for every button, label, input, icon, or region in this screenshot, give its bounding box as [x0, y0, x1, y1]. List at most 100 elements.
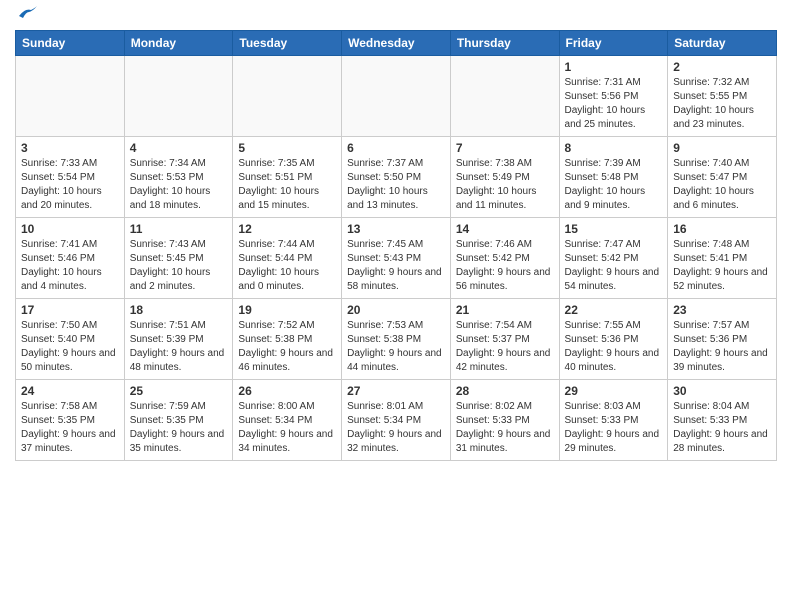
header	[15, 10, 777, 24]
calendar-cell: 14 Sunrise: 7:46 AM Sunset: 5:42 PM Dayli…	[450, 218, 559, 299]
day-info: Sunrise: 7:43 AM Sunset: 5:45 PM Dayligh…	[130, 238, 228, 294]
day-info: Sunrise: 8:02 AM Sunset: 5:33 PM Dayligh…	[456, 400, 554, 456]
calendar-cell: 26 Sunrise: 8:00 AM Sunset: 5:34 PM Dayli…	[233, 380, 342, 461]
day-info: Sunrise: 8:04 AM Sunset: 5:33 PM Dayligh…	[673, 400, 771, 456]
logo-bird-icon	[17, 6, 39, 24]
calendar-cell: 12 Sunrise: 7:44 AM Sunset: 5:44 PM Dayli…	[233, 218, 342, 299]
day-info: Sunrise: 7:33 AM Sunset: 5:54 PM Dayligh…	[21, 157, 119, 213]
week-row-4: 17 Sunrise: 7:50 AM Sunset: 5:40 PM Dayli…	[16, 299, 777, 380]
day-number: 10	[21, 222, 119, 236]
day-number: 24	[21, 384, 119, 398]
day-info: Sunrise: 7:31 AM Sunset: 5:56 PM Dayligh…	[565, 76, 663, 132]
day-info: Sunrise: 7:52 AM Sunset: 5:38 PM Dayligh…	[238, 319, 336, 375]
day-info: Sunrise: 7:46 AM Sunset: 5:42 PM Dayligh…	[456, 238, 554, 294]
calendar-cell: 18 Sunrise: 7:51 AM Sunset: 5:39 PM Dayli…	[124, 299, 233, 380]
day-info: Sunrise: 7:51 AM Sunset: 5:39 PM Dayligh…	[130, 319, 228, 375]
calendar-cell	[124, 56, 233, 137]
day-info: Sunrise: 7:58 AM Sunset: 5:35 PM Dayligh…	[21, 400, 119, 456]
day-number: 23	[673, 303, 771, 317]
calendar-cell: 10 Sunrise: 7:41 AM Sunset: 5:46 PM Dayli…	[16, 218, 125, 299]
day-number: 19	[238, 303, 336, 317]
calendar-cell: 16 Sunrise: 7:48 AM Sunset: 5:41 PM Dayli…	[668, 218, 777, 299]
day-info: Sunrise: 7:50 AM Sunset: 5:40 PM Dayligh…	[21, 319, 119, 375]
calendar-cell: 23 Sunrise: 7:57 AM Sunset: 5:36 PM Dayli…	[668, 299, 777, 380]
calendar-cell: 25 Sunrise: 7:59 AM Sunset: 5:35 PM Dayli…	[124, 380, 233, 461]
calendar-cell: 24 Sunrise: 7:58 AM Sunset: 5:35 PM Dayli…	[16, 380, 125, 461]
day-info: Sunrise: 7:48 AM Sunset: 5:41 PM Dayligh…	[673, 238, 771, 294]
day-info: Sunrise: 7:57 AM Sunset: 5:36 PM Dayligh…	[673, 319, 771, 375]
day-number: 3	[21, 141, 119, 155]
calendar-cell	[233, 56, 342, 137]
calendar-cell: 21 Sunrise: 7:54 AM Sunset: 5:37 PM Dayli…	[450, 299, 559, 380]
weekday-friday: Friday	[559, 31, 668, 56]
day-info: Sunrise: 7:41 AM Sunset: 5:46 PM Dayligh…	[21, 238, 119, 294]
day-info: Sunrise: 8:01 AM Sunset: 5:34 PM Dayligh…	[347, 400, 445, 456]
day-number: 4	[130, 141, 228, 155]
day-info: Sunrise: 7:59 AM Sunset: 5:35 PM Dayligh…	[130, 400, 228, 456]
calendar-cell: 20Sunrise: 7:53 AM Sunset: 5:38 PM Dayli…	[342, 299, 451, 380]
day-number: 25	[130, 384, 228, 398]
calendar-cell: 19 Sunrise: 7:52 AM Sunset: 5:38 PM Dayli…	[233, 299, 342, 380]
day-number: 26	[238, 384, 336, 398]
calendar-cell: 2 Sunrise: 7:32 AM Sunset: 5:55 PM Daylig…	[668, 56, 777, 137]
weekday-saturday: Saturday	[668, 31, 777, 56]
day-info: Sunrise: 7:47 AM Sunset: 5:42 PM Dayligh…	[565, 238, 663, 294]
calendar-cell: 1Sunrise: 7:31 AM Sunset: 5:56 PM Daylig…	[559, 56, 668, 137]
calendar-cell: 3 Sunrise: 7:33 AM Sunset: 5:54 PM Daylig…	[16, 137, 125, 218]
calendar-cell: 28Sunrise: 8:02 AM Sunset: 5:33 PM Dayli…	[450, 380, 559, 461]
day-info: Sunrise: 8:03 AM Sunset: 5:33 PM Dayligh…	[565, 400, 663, 456]
calendar-cell: 27Sunrise: 8:01 AM Sunset: 5:34 PM Dayli…	[342, 380, 451, 461]
day-info: Sunrise: 7:35 AM Sunset: 5:51 PM Dayligh…	[238, 157, 336, 213]
day-number: 30	[673, 384, 771, 398]
day-number: 12	[238, 222, 336, 236]
day-number: 20	[347, 303, 445, 317]
week-row-2: 3 Sunrise: 7:33 AM Sunset: 5:54 PM Daylig…	[16, 137, 777, 218]
calendar-page: SundayMondayTuesdayWednesdayThursdayFrid…	[0, 0, 792, 471]
calendar-cell: 29 Sunrise: 8:03 AM Sunset: 5:33 PM Dayli…	[559, 380, 668, 461]
day-number: 21	[456, 303, 554, 317]
day-info: Sunrise: 7:37 AM Sunset: 5:50 PM Dayligh…	[347, 157, 445, 213]
calendar-cell: 11 Sunrise: 7:43 AM Sunset: 5:45 PM Dayli…	[124, 218, 233, 299]
weekday-monday: Monday	[124, 31, 233, 56]
calendar-cell: 22 Sunrise: 7:55 AM Sunset: 5:36 PM Dayli…	[559, 299, 668, 380]
calendar-cell: 5 Sunrise: 7:35 AM Sunset: 5:51 PM Daylig…	[233, 137, 342, 218]
day-number: 14	[456, 222, 554, 236]
day-info: Sunrise: 7:55 AM Sunset: 5:36 PM Dayligh…	[565, 319, 663, 375]
day-number: 18	[130, 303, 228, 317]
day-info: Sunrise: 7:39 AM Sunset: 5:48 PM Dayligh…	[565, 157, 663, 213]
weekday-wednesday: Wednesday	[342, 31, 451, 56]
calendar-cell: 30 Sunrise: 8:04 AM Sunset: 5:33 PM Dayli…	[668, 380, 777, 461]
calendar-cell: 13 Sunrise: 7:45 AM Sunset: 5:43 PM Dayli…	[342, 218, 451, 299]
calendar-cell	[450, 56, 559, 137]
day-number: 16	[673, 222, 771, 236]
day-number: 7	[456, 141, 554, 155]
calendar-cell: 15 Sunrise: 7:47 AM Sunset: 5:42 PM Dayli…	[559, 218, 668, 299]
day-info: Sunrise: 7:40 AM Sunset: 5:47 PM Dayligh…	[673, 157, 771, 213]
calendar-cell: 7 Sunrise: 7:38 AM Sunset: 5:49 PM Daylig…	[450, 137, 559, 218]
day-number: 17	[21, 303, 119, 317]
day-number: 11	[130, 222, 228, 236]
day-info: Sunrise: 7:44 AM Sunset: 5:44 PM Dayligh…	[238, 238, 336, 294]
day-number: 29	[565, 384, 663, 398]
calendar-cell	[16, 56, 125, 137]
day-number: 2	[673, 60, 771, 74]
calendar-cell: 4 Sunrise: 7:34 AM Sunset: 5:53 PM Daylig…	[124, 137, 233, 218]
calendar-cell	[342, 56, 451, 137]
day-number: 22	[565, 303, 663, 317]
week-row-3: 10 Sunrise: 7:41 AM Sunset: 5:46 PM Dayli…	[16, 218, 777, 299]
day-number: 13	[347, 222, 445, 236]
day-info: Sunrise: 7:54 AM Sunset: 5:37 PM Dayligh…	[456, 319, 554, 375]
calendar-cell: 9Sunrise: 7:40 AM Sunset: 5:47 PM Daylig…	[668, 137, 777, 218]
day-number: 8	[565, 141, 663, 155]
day-info: Sunrise: 7:32 AM Sunset: 5:55 PM Dayligh…	[673, 76, 771, 132]
day-info: Sunrise: 8:00 AM Sunset: 5:34 PM Dayligh…	[238, 400, 336, 456]
day-number: 6	[347, 141, 445, 155]
calendar-table: SundayMondayTuesdayWednesdayThursdayFrid…	[15, 30, 777, 461]
day-info: Sunrise: 7:38 AM Sunset: 5:49 PM Dayligh…	[456, 157, 554, 213]
day-number: 5	[238, 141, 336, 155]
week-row-1: 1Sunrise: 7:31 AM Sunset: 5:56 PM Daylig…	[16, 56, 777, 137]
day-info: Sunrise: 7:34 AM Sunset: 5:53 PM Dayligh…	[130, 157, 228, 213]
day-number: 15	[565, 222, 663, 236]
calendar-cell: 6 Sunrise: 7:37 AM Sunset: 5:50 PM Daylig…	[342, 137, 451, 218]
day-info: Sunrise: 7:45 AM Sunset: 5:43 PM Dayligh…	[347, 238, 445, 294]
